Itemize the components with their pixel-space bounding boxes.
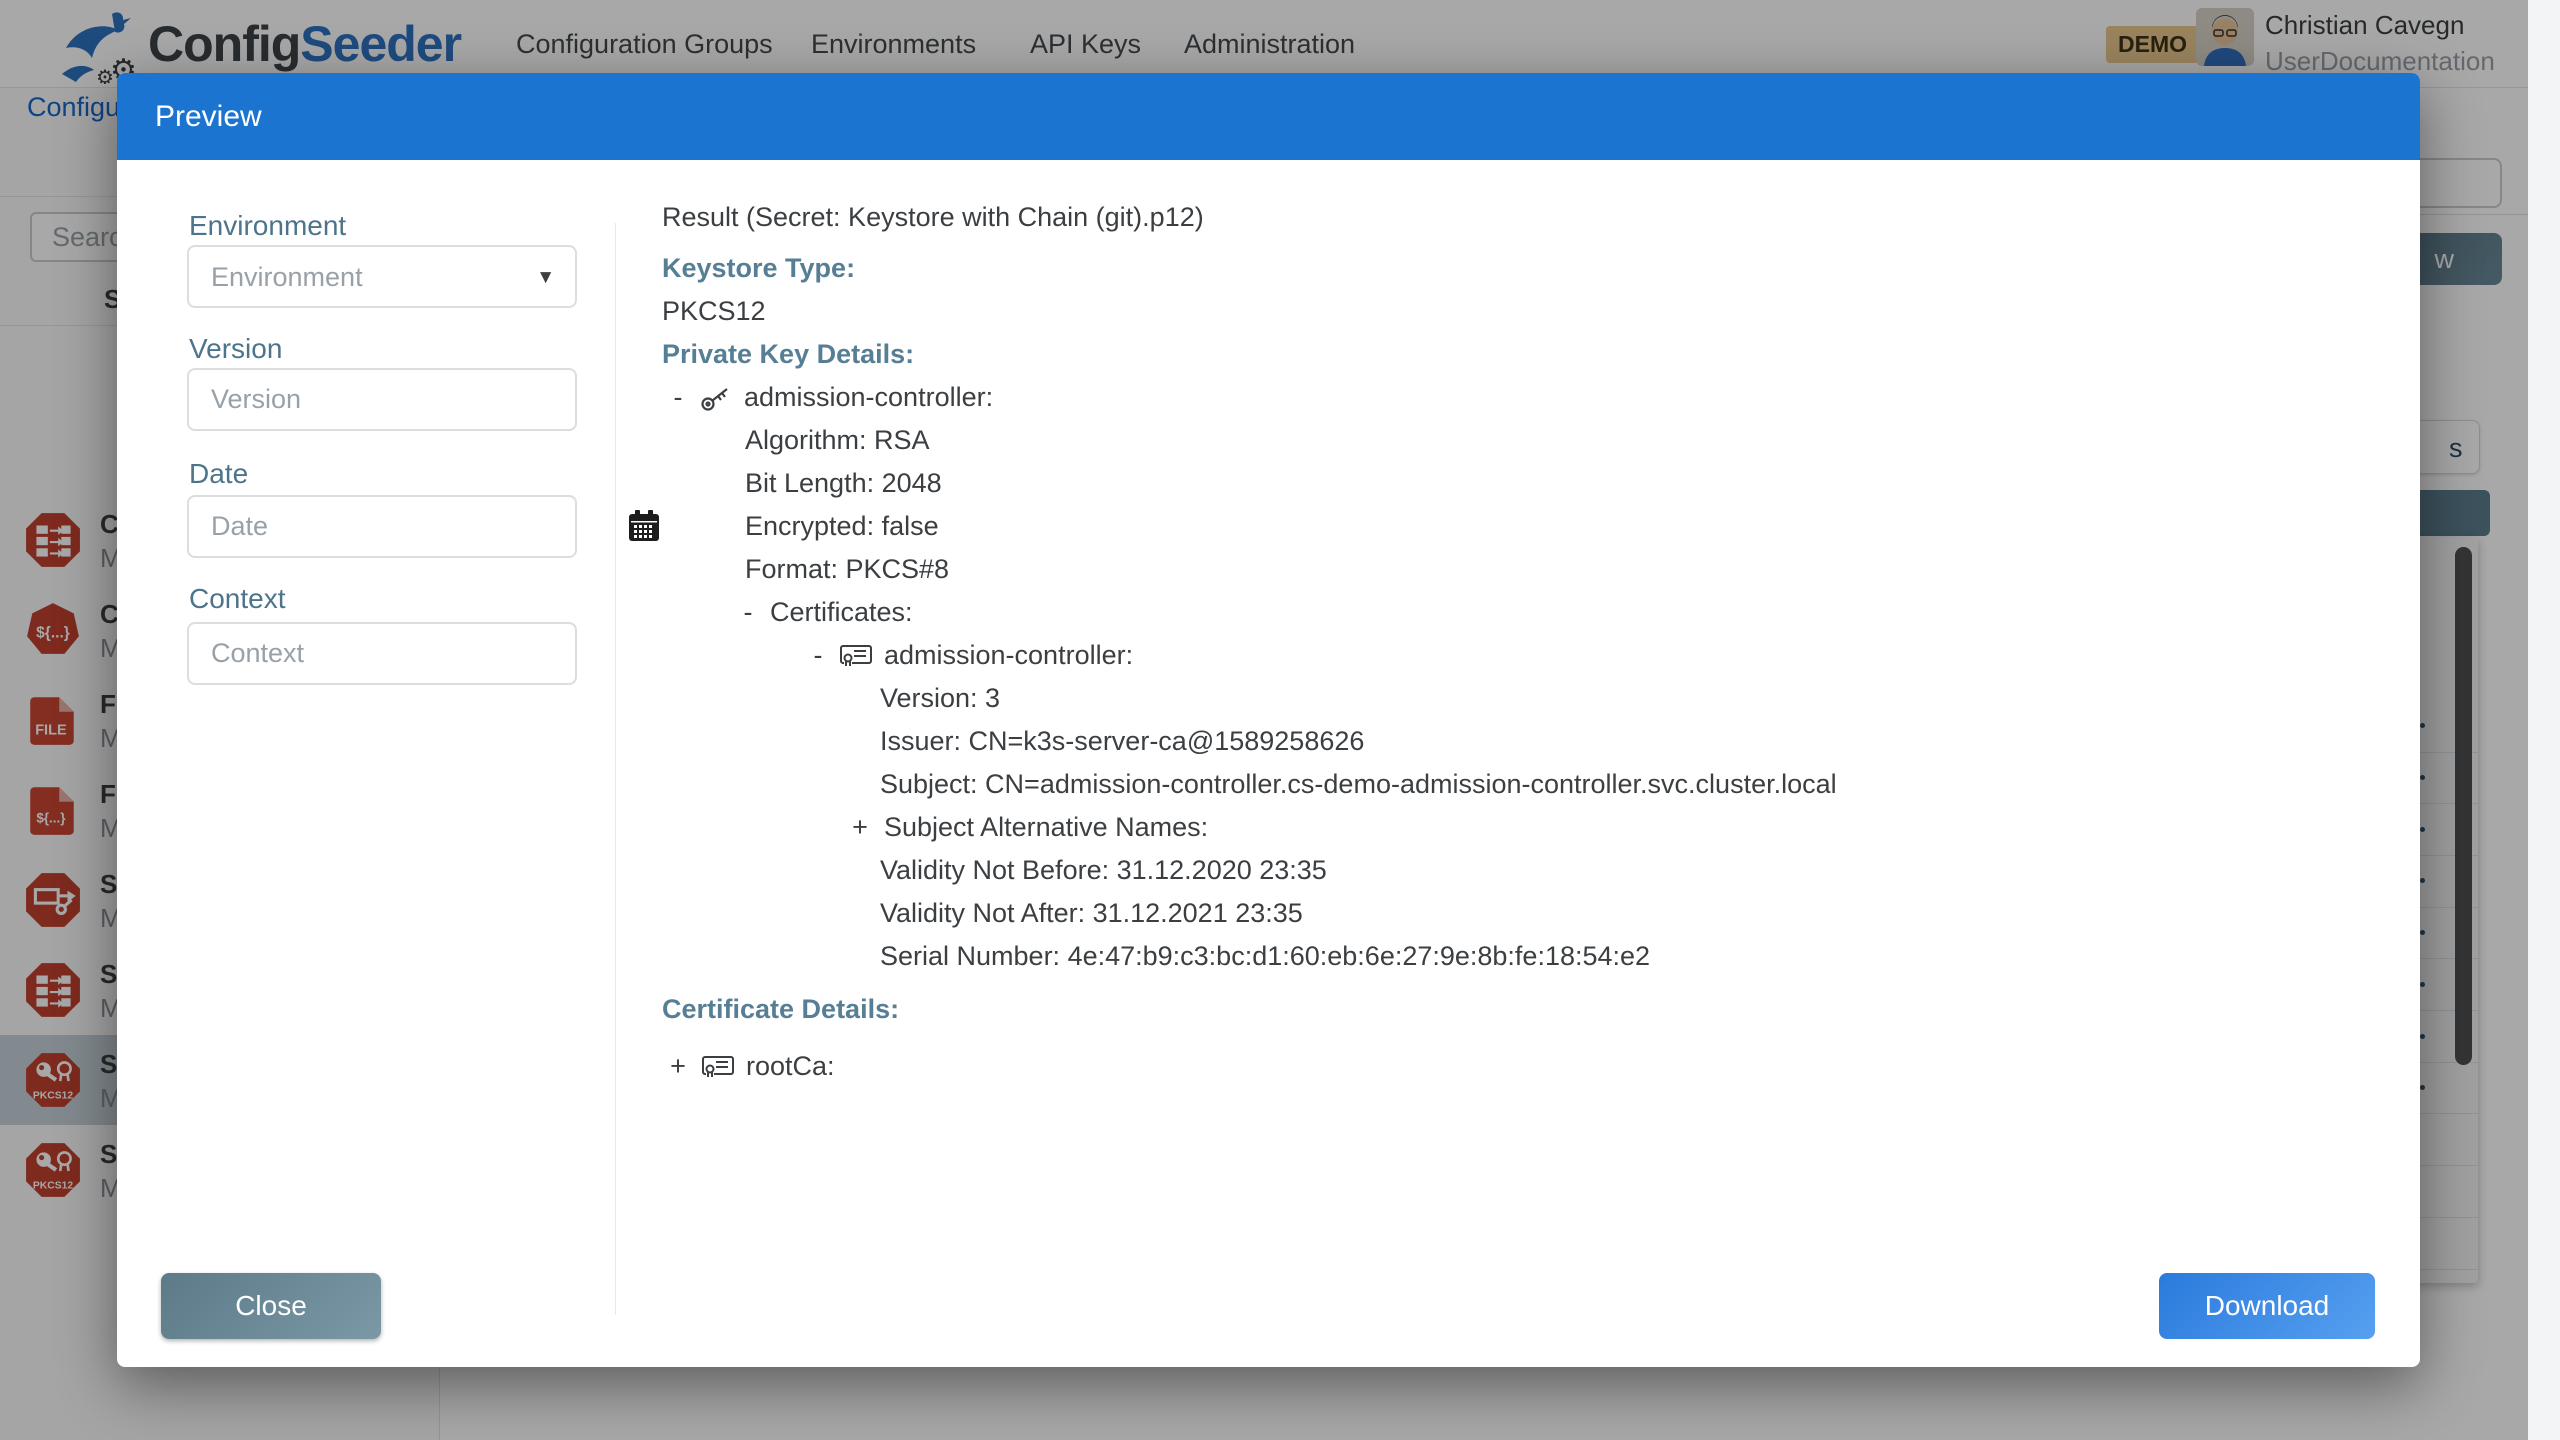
- key-bit-length: Bit Length: 2048: [662, 462, 2382, 505]
- certificate-details-heading: Certificate Details:: [662, 988, 2382, 1031]
- page-scrollbar-track[interactable]: [2528, 0, 2560, 1440]
- modal-header: Preview: [117, 73, 2420, 160]
- key-encrypted: Encrypted: false: [662, 505, 2382, 548]
- cert-serial: Serial Number: 4e:47:b9:c3:bc:d1:60:eb:6…: [662, 935, 2382, 978]
- preview-modal: Preview Environment Environment ▼ Versio…: [117, 73, 2420, 1367]
- version-label: Version: [189, 333, 282, 365]
- version-input[interactable]: [187, 368, 577, 431]
- download-button[interactable]: Download: [2159, 1273, 2375, 1339]
- cert-version: Version: 3: [662, 677, 2382, 720]
- modal-title: Preview: [155, 73, 262, 160]
- certificates-node: - Certificates:: [662, 591, 2382, 634]
- key-algorithm: Algorithm: RSA: [662, 419, 2382, 462]
- preview-result: Result (Secret: Keystore with Chain (git…: [662, 196, 2382, 1088]
- cert-subject: Subject: CN=admission-controller.cs-demo…: [662, 763, 2382, 806]
- certificate-node: - admission-controller:: [662, 634, 2382, 677]
- root-ca-node: + rootCa:: [662, 1045, 2382, 1088]
- collapse-toggle[interactable]: -: [738, 591, 758, 634]
- environment-label: Environment: [189, 210, 346, 242]
- result-title: Result (Secret: Keystore with Chain (git…: [662, 196, 2382, 239]
- date-input[interactable]: [187, 495, 577, 558]
- certificate-icon: [840, 644, 872, 668]
- cert-issuer: Issuer: CN=k3s-server-ca@1589258626: [662, 720, 2382, 763]
- keystore-type-value: PKCS12: [662, 290, 2382, 333]
- keystore-type-heading: Keystore Type:: [662, 247, 2382, 290]
- private-key-node: - admission-controller:: [662, 376, 2382, 419]
- collapse-toggle[interactable]: -: [808, 634, 828, 677]
- expand-toggle[interactable]: +: [668, 1045, 688, 1088]
- key-format: Format: PKCS#8: [662, 548, 2382, 591]
- cert-not-after: Validity Not After: 31.12.2021 23:35: [662, 892, 2382, 935]
- context-input[interactable]: [187, 622, 577, 685]
- calendar-icon[interactable]: [627, 509, 661, 543]
- environment-select[interactable]: Environment ▼: [187, 245, 577, 308]
- expand-toggle[interactable]: +: [850, 806, 870, 849]
- san-node: + Subject Alternative Names:: [662, 806, 2382, 849]
- divider: [615, 223, 616, 1315]
- context-label: Context: [189, 583, 286, 615]
- private-key-details-heading: Private Key Details:: [662, 333, 2382, 376]
- collapse-toggle[interactable]: -: [668, 376, 688, 419]
- date-label: Date: [189, 458, 248, 490]
- close-button[interactable]: Close: [161, 1273, 381, 1339]
- key-icon: [700, 382, 732, 414]
- chevron-down-icon: ▼: [536, 267, 555, 289]
- cert-not-before: Validity Not Before: 31.12.2020 23:35: [662, 849, 2382, 892]
- screen: ${...} FILE ${...}: [0, 0, 2560, 1440]
- certificate-icon: [702, 1055, 734, 1079]
